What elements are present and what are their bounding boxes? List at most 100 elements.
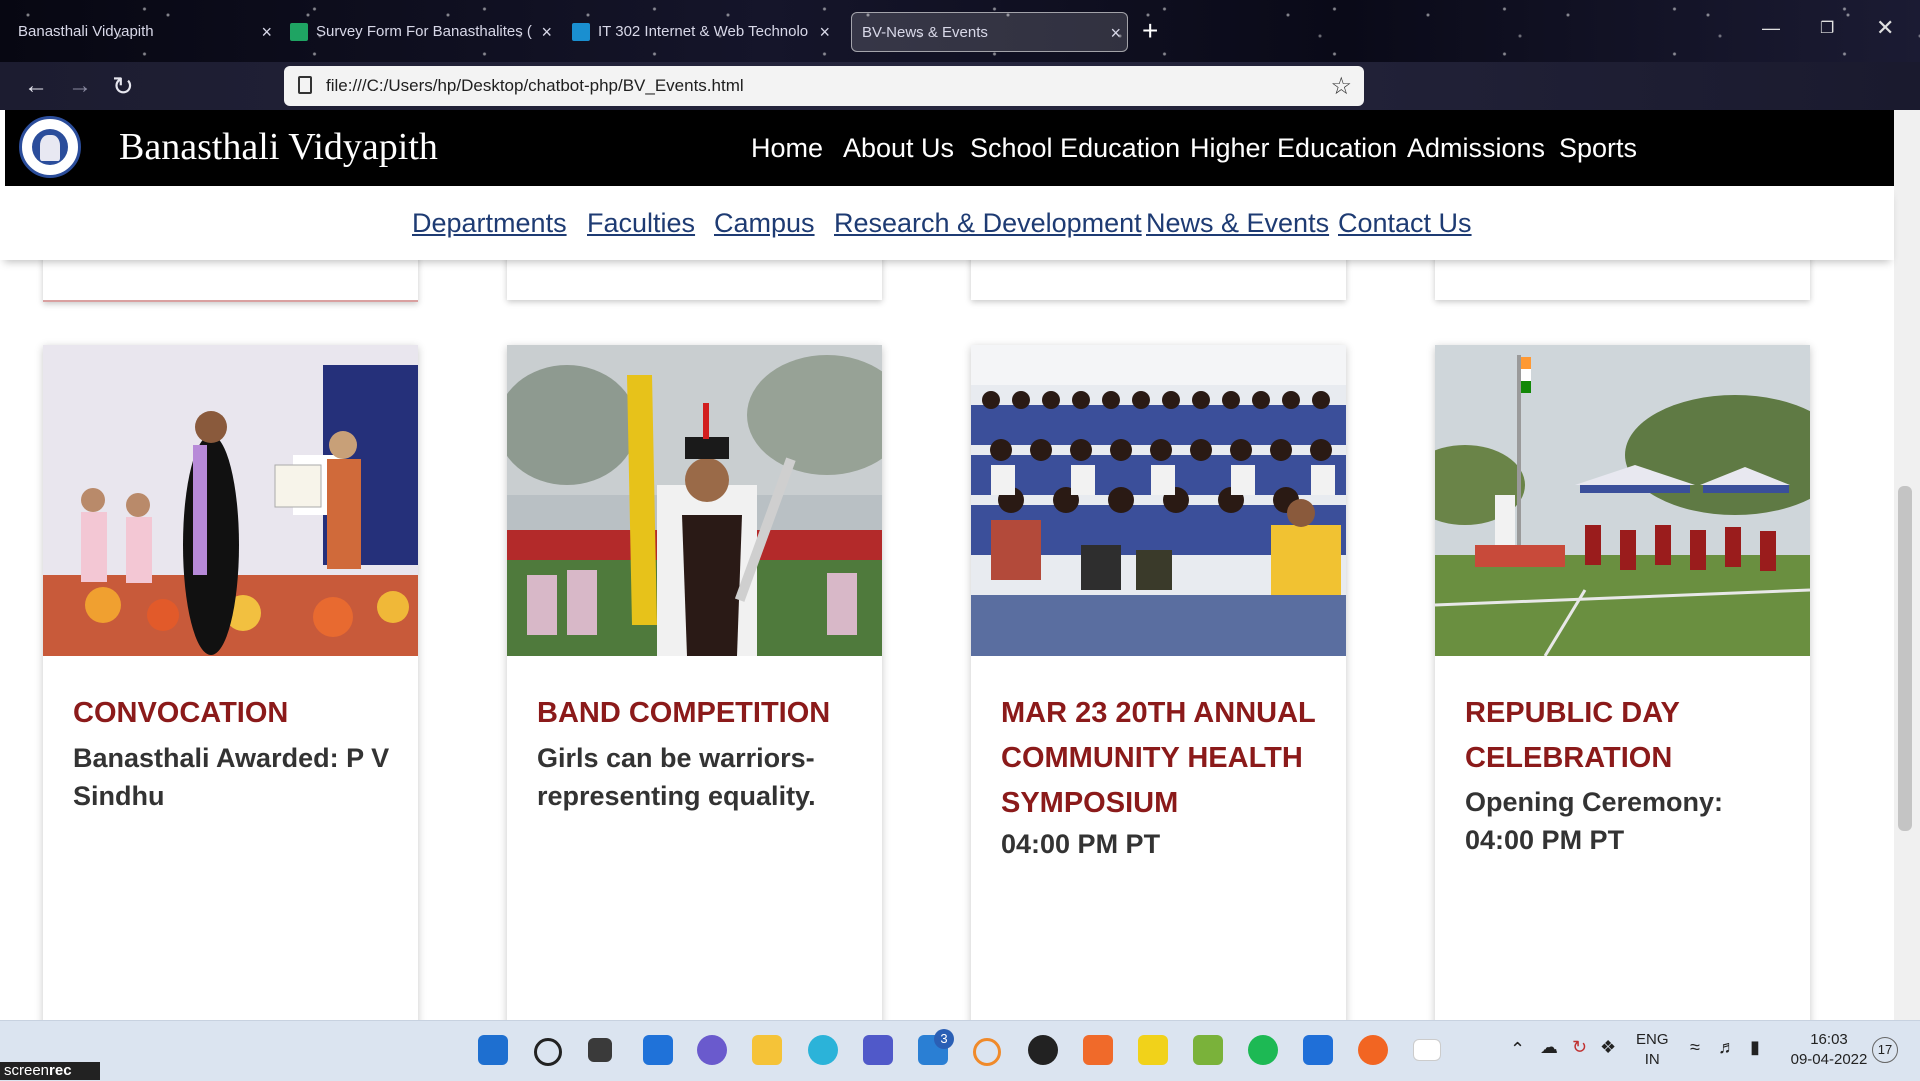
minimize-icon[interactable]: — xyxy=(1762,18,1780,39)
onedrive-icon[interactable]: ☁ xyxy=(1540,1037,1558,1058)
clock[interactable]: 16:03 09-04-2022 xyxy=(1784,1030,1874,1070)
event-photo-convocation xyxy=(43,345,418,656)
start-icon[interactable] xyxy=(478,1035,508,1065)
close-tab-icon[interactable]: × xyxy=(541,12,552,52)
search-icon[interactable] xyxy=(534,1038,562,1066)
site-header: Banasthali Vidyapith Home About Us Schoo… xyxy=(5,110,1894,186)
nav-sports[interactable]: Sports xyxy=(1559,132,1637,164)
new-tab-button[interactable]: + xyxy=(1142,16,1158,46)
language-code: ENG xyxy=(1636,1031,1669,1048)
language-indicator[interactable]: ENG IN xyxy=(1636,1030,1669,1070)
address-bar[interactable]: file:///C:/Users/hp/Desktop/chatbot-php/… xyxy=(284,66,1364,106)
classroom-icon xyxy=(572,23,590,42)
close-tab-icon[interactable]: × xyxy=(819,12,830,52)
nav-departments[interactable]: Departments xyxy=(412,206,567,240)
republic-day-photo xyxy=(1435,345,1810,656)
app-icon[interactable] xyxy=(1193,1035,1223,1065)
nav-contact-us[interactable]: Contact Us xyxy=(1338,206,1472,240)
chevron-up-icon[interactable]: ⌃ xyxy=(1510,1039,1525,1060)
event-category: BAND COMPETITION xyxy=(537,697,831,729)
event-category: CONVOCATION xyxy=(73,697,289,729)
volume-icon[interactable]: ♬ xyxy=(1718,1037,1736,1058)
mail-badge: 3 xyxy=(934,1029,954,1049)
restore-icon[interactable]: ❐ xyxy=(1820,18,1834,38)
nav-research-development[interactable]: Research & Development xyxy=(834,206,1142,240)
bookmark-star-icon[interactable]: ☆ xyxy=(1330,72,1352,101)
screenrec-a: screen xyxy=(4,1062,50,1079)
loading-app-icon[interactable] xyxy=(973,1038,1001,1066)
notion-like-icon[interactable] xyxy=(1303,1035,1333,1065)
screenrec-watermark: screenrec xyxy=(0,1062,100,1080)
teams-icon[interactable] xyxy=(863,1035,893,1065)
taskbar: 3 ⌃ ☁ ↻ ❖ ENG IN ≈ ♬ ▮ 16:03 09-04-2022 … xyxy=(0,1020,1920,1081)
event-card-band-competition[interactable]: BAND COMPETITION Girls can be warriors- … xyxy=(507,345,882,1020)
nav-school-education[interactable]: School Education xyxy=(970,132,1180,164)
region-code: IN xyxy=(1644,1051,1660,1068)
widgets-icon[interactable] xyxy=(643,1035,673,1065)
tab-title: BV-News & Events xyxy=(862,24,988,41)
event-photo-republic-day xyxy=(1435,345,1810,656)
event-category: Mar 23 20th Annual Community Health Symp… xyxy=(1001,697,1316,819)
event-photo-band xyxy=(507,345,882,656)
clock-time: 16:03 xyxy=(1810,1031,1848,1048)
back-icon[interactable]: ← xyxy=(24,72,48,100)
nav-about-us[interactable]: About Us xyxy=(843,132,954,164)
wifi-icon[interactable]: ≈ xyxy=(1690,1037,1700,1058)
sticky-notes-icon[interactable] xyxy=(1138,1035,1168,1065)
japan-flag-icon[interactable] xyxy=(1413,1039,1441,1061)
close-window-icon[interactable]: ✕ xyxy=(1876,15,1894,41)
record-icon[interactable] xyxy=(1028,1035,1058,1065)
sheets-icon xyxy=(290,23,308,42)
battery-icon[interactable]: ▮ xyxy=(1750,1037,1760,1058)
nav-admissions[interactable]: Admissions xyxy=(1407,132,1545,164)
tab-bv-news-events[interactable]: BV-News & Events × xyxy=(851,12,1128,52)
spotify-icon[interactable] xyxy=(1248,1035,1278,1065)
nav-news-events[interactable]: News & Events xyxy=(1146,206,1329,240)
event-description: Opening Ceremony: 04:00 PM PT xyxy=(1465,787,1724,855)
bluetooth-icon[interactable]: ❖ xyxy=(1600,1037,1616,1058)
event-photo-symposium xyxy=(971,345,1346,656)
file-explorer-icon[interactable] xyxy=(752,1035,782,1065)
event-card-convocation[interactable]: CONVOCATION Banasthali Awarded: P V Sind… xyxy=(43,345,418,1020)
close-tab-icon[interactable]: × xyxy=(1110,13,1121,51)
event-description: 04:00 PM PT xyxy=(1001,829,1161,859)
event-category: REPUBLIC DAY CELEBRATION xyxy=(1465,697,1680,774)
edge-icon[interactable] xyxy=(808,1035,838,1065)
tab-survey-form[interactable]: Survey Form For Banasthalites ( × xyxy=(290,12,558,52)
tab-title: IT 302 Internet & Web Technolo xyxy=(598,23,809,40)
notification-count[interactable]: 17 xyxy=(1872,1037,1898,1063)
task-view-icon[interactable] xyxy=(588,1038,612,1062)
tab-title: Banasthali Vidyapith xyxy=(18,23,154,40)
forward-icon[interactable]: → xyxy=(68,72,92,100)
close-tab-icon[interactable]: × xyxy=(261,12,272,52)
event-card-republic-day[interactable]: REPUBLIC DAY CELEBRATION Opening Ceremon… xyxy=(1435,345,1810,1020)
screenrec-b: rec xyxy=(49,1062,72,1079)
chat-icon[interactable] xyxy=(697,1035,727,1065)
symposium-photo xyxy=(971,345,1346,656)
firefox-icon[interactable] xyxy=(1358,1035,1388,1065)
nav-higher-education[interactable]: Higher Education xyxy=(1190,132,1397,164)
university-logo[interactable] xyxy=(19,116,81,178)
tab-banasthali-vidyapith[interactable]: Banasthali Vidyapith × xyxy=(8,12,278,52)
url-text[interactable]: file:///C:/Users/hp/Desktop/chatbot-php/… xyxy=(326,66,744,106)
scrollbar-thumb[interactable] xyxy=(1898,486,1912,831)
clock-date: 09-04-2022 xyxy=(1790,1051,1868,1068)
nav-faculties[interactable]: Faculties xyxy=(587,206,695,240)
reload-icon[interactable]: ↻ xyxy=(112,72,134,100)
events-grid: CONVOCATION Banasthali Awarded: P V Sind… xyxy=(5,186,1894,1020)
tab-it302[interactable]: IT 302 Internet & Web Technolo × xyxy=(572,12,836,52)
event-description: Girls can be warriors- representing equa… xyxy=(537,743,816,811)
band-photo xyxy=(507,345,882,656)
tab-title: Survey Form For Banasthalites ( xyxy=(316,23,532,40)
event-description: Banasthali Awarded: P V Sindhu xyxy=(73,743,390,811)
convocation-photo xyxy=(43,345,418,656)
event-card-health-symposium[interactable]: Mar 23 20th Annual Community Health Symp… xyxy=(971,345,1346,1020)
page-icon xyxy=(298,76,312,94)
nav-campus[interactable]: Campus xyxy=(714,206,815,240)
site-title[interactable]: Banasthali Vidyapith xyxy=(119,124,438,170)
secondary-nav: Departments Faculties Campus Research & … xyxy=(0,186,1894,260)
sync-icon[interactable]: ↻ xyxy=(1572,1037,1587,1058)
xampp-icon[interactable] xyxy=(1083,1035,1113,1065)
nav-home[interactable]: Home xyxy=(751,132,823,164)
logo-figure xyxy=(40,135,60,161)
